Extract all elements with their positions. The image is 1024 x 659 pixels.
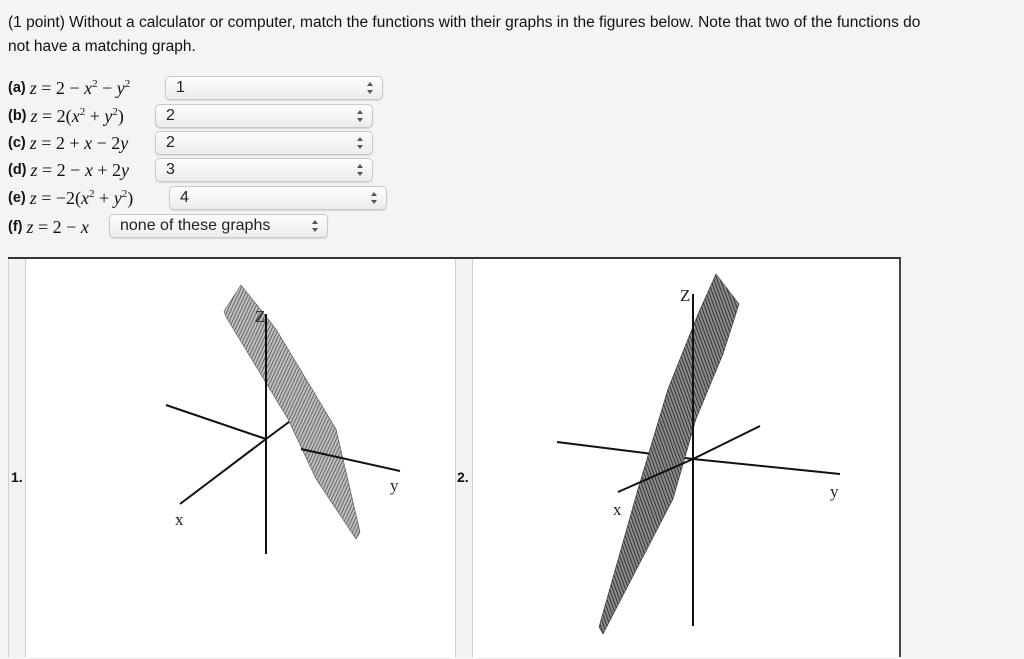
- question-row-e: (e) z = −2(x2 + y2): [8, 186, 133, 210]
- question-row-d: (d) z = 2 − x + 2y: [8, 158, 129, 182]
- graph-1-plot: Z x y: [165, 284, 401, 554]
- x-axis: [179, 438, 267, 505]
- x-axis-back: [165, 404, 267, 440]
- problem-prompt: (1 point) Without a calculator or comput…: [8, 11, 1008, 59]
- figure-label: 1.: [11, 469, 23, 485]
- surface-plane: [598, 273, 740, 635]
- question-row-c: (c) z = 2 + x − 2y: [8, 131, 128, 155]
- answer-select-d[interactable]: 3: [155, 158, 373, 182]
- figure-label-cell-2: 2.: [455, 259, 473, 657]
- y-axis-label: y: [390, 476, 399, 495]
- up-down-chevron-icon: [357, 137, 363, 149]
- equation: z = −2(x2 + y2): [29, 187, 134, 208]
- question-label: (a): [8, 80, 26, 96]
- equation: z = 2 − x2 − y2: [29, 77, 131, 98]
- question-row-a: (a) z = 2 − x2 − y2: [8, 76, 130, 100]
- equation: z = 2 − x + 2y: [30, 159, 129, 180]
- equation: z = 2 − x: [26, 216, 89, 237]
- answer-select-e[interactable]: 4: [169, 186, 387, 210]
- graph-1: Z x y: [26, 259, 455, 657]
- question-row-b: (b) z = 2(x2 + y2): [8, 104, 124, 128]
- y-axis: [692, 458, 841, 475]
- selected-value: 1: [176, 79, 185, 96]
- z-axis-label: Z: [680, 286, 690, 305]
- answer-select-a[interactable]: 1: [165, 76, 383, 100]
- graph-2-plot: Z x y: [556, 273, 841, 635]
- question-label: (f): [8, 219, 23, 235]
- question-label: (e): [8, 190, 26, 206]
- answer-select-b[interactable]: 2: [155, 104, 373, 128]
- selected-value: 4: [180, 189, 189, 206]
- x-axis-label: x: [175, 510, 184, 529]
- selected-value: 3: [166, 161, 175, 178]
- x-axis-label: x: [613, 500, 622, 519]
- surface-plane: [223, 284, 361, 540]
- up-down-chevron-icon: [357, 110, 363, 122]
- prompt-line-2: not have a matching graph.: [8, 38, 196, 55]
- prompt-line-1: (1 point) Without a calculator or comput…: [8, 14, 921, 31]
- up-down-chevron-icon: [371, 192, 377, 204]
- equation: z = 2 + x − 2y: [29, 132, 129, 153]
- answer-select-c[interactable]: 2: [155, 131, 373, 155]
- equation: z = 2(x2 + y2): [30, 105, 124, 126]
- question-label: (d): [8, 162, 27, 178]
- question-label: (c): [8, 135, 26, 151]
- up-down-chevron-icon: [357, 164, 363, 176]
- question-row-f: (f) z = 2 − x: [8, 215, 89, 239]
- x-axis-back: [692, 425, 761, 460]
- figure-label: 2.: [457, 469, 469, 485]
- answer-select-f[interactable]: none of these graphs: [109, 214, 328, 238]
- figure-label-cell-1: 1.: [8, 259, 26, 657]
- selected-value: none of these graphs: [120, 217, 271, 234]
- selected-value: 2: [166, 107, 175, 124]
- question-label: (b): [8, 108, 27, 124]
- graph-2: Z x y: [473, 259, 899, 657]
- up-down-chevron-icon: [312, 220, 318, 232]
- selected-value: 2: [166, 134, 175, 151]
- up-down-chevron-icon: [367, 82, 373, 94]
- y-axis-label: y: [830, 482, 839, 501]
- figures-table: 1. Z x y 2. Z x y: [8, 257, 901, 657]
- z-axis-label: Z: [255, 307, 265, 326]
